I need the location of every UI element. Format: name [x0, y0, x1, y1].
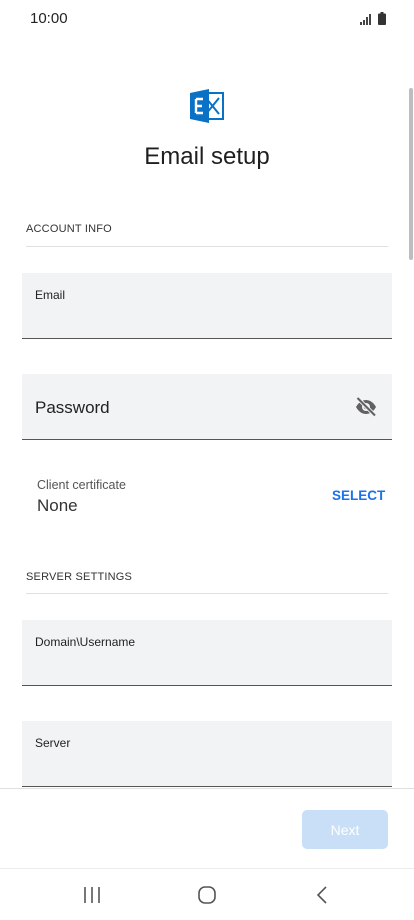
- status-icons: [360, 12, 386, 25]
- back-icon: [316, 886, 327, 904]
- next-button[interactable]: Next: [302, 810, 388, 849]
- scrollbar-thumb[interactable]: [409, 88, 413, 260]
- password-field[interactable]: Password: [22, 374, 392, 440]
- home-icon: [198, 886, 216, 904]
- home-button[interactable]: [192, 881, 222, 909]
- battery-icon: [378, 12, 386, 25]
- server-field[interactable]: Server: [22, 721, 392, 787]
- domain-username-field[interactable]: Domain\Username: [22, 620, 392, 686]
- footer-divider: [0, 788, 414, 789]
- domain-username-label: Domain\Username: [35, 635, 136, 649]
- page-title: Email setup: [144, 143, 270, 170]
- signal-icon: [360, 14, 371, 25]
- recent-apps-icon: [84, 887, 100, 903]
- server-settings-header: SERVER SETTINGS: [26, 571, 133, 583]
- exchange-logo-icon: [190, 89, 224, 123]
- password-label: Password: [35, 398, 110, 417]
- server-label: Server: [35, 736, 71, 750]
- client-certificate-value: None: [37, 496, 78, 515]
- account-info-header: ACCOUNT INFO: [26, 223, 112, 235]
- recent-apps-button[interactable]: [77, 881, 107, 909]
- email-label: Email: [35, 288, 66, 302]
- select-certificate-button[interactable]: SELECT: [332, 488, 385, 503]
- server-settings-divider: [26, 593, 388, 594]
- navigation-bar: [0, 869, 414, 920]
- visibility-off-icon[interactable]: [354, 395, 378, 419]
- status-time: 10:00: [30, 10, 68, 27]
- client-certificate-label: Client certificate: [37, 478, 126, 492]
- status-bar: 10:00: [0, 0, 414, 38]
- back-button[interactable]: [307, 881, 337, 909]
- email-field[interactable]: Email: [22, 273, 392, 339]
- account-info-divider: [26, 246, 388, 247]
